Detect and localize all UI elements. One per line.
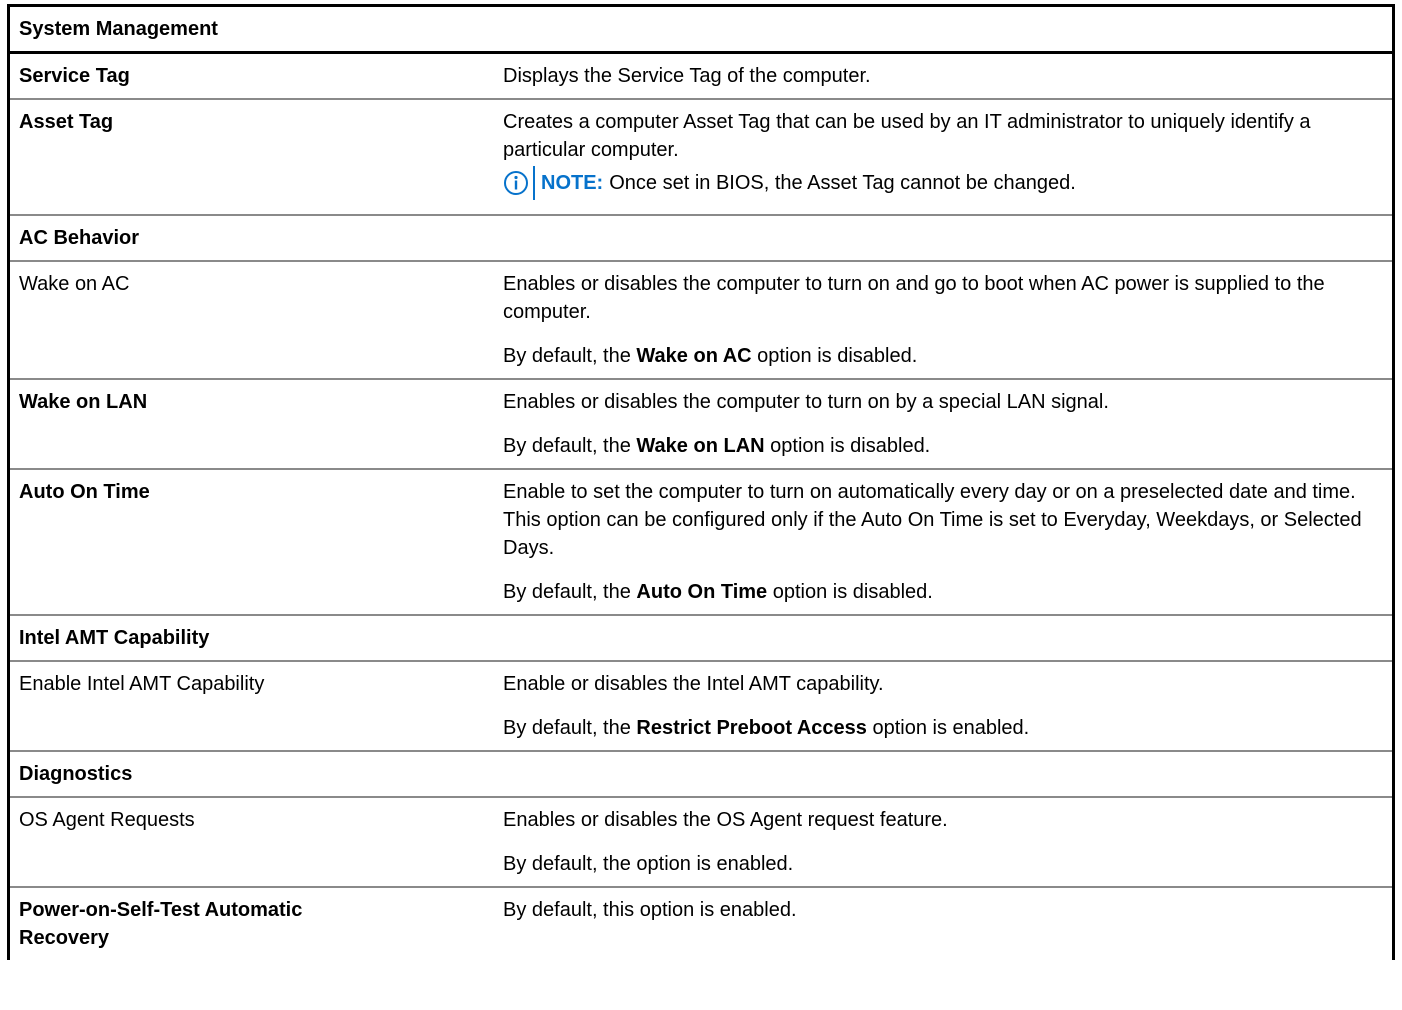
section-title-ac-behavior: AC Behavior bbox=[19, 227, 140, 249]
option-desc-wake-on-ac: Enables or disables the computer to turn… bbox=[490, 262, 1392, 378]
description-text: Displays the Service Tag of the computer… bbox=[503, 65, 871, 87]
section-row-ac-behavior: AC Behavior bbox=[10, 216, 1392, 262]
table-row-asset-tag: Asset Tag Creates a computer Asset Tag t… bbox=[10, 100, 1392, 216]
description-text: Enables or disables the computer to turn… bbox=[503, 273, 1325, 323]
option-label-os-agent-requests: OS Agent Requests bbox=[19, 809, 195, 831]
table-row-service-tag: Service Tag Displays the Service Tag of … bbox=[10, 54, 1392, 100]
description-text: Enables or disables the computer to turn… bbox=[503, 391, 1109, 413]
table-title: System Management bbox=[19, 18, 218, 40]
default-text: By default, the option is enabled. bbox=[503, 853, 794, 875]
option-label-post-automatic-recovery: Power-on-Self-Test Automatic Recovery bbox=[19, 899, 303, 949]
section-title-intel-amt: Intel AMT Capability bbox=[19, 627, 210, 649]
table-row-post-automatic-recovery: Power-on-Self-Test Automatic Recovery By… bbox=[10, 888, 1392, 960]
option-label-auto-on-time: Auto On Time bbox=[19, 481, 150, 503]
default-option-name: Wake on LAN bbox=[636, 435, 765, 457]
option-label-service-tag: Service Tag bbox=[19, 65, 130, 87]
section-row-intel-amt: Intel AMT Capability bbox=[10, 616, 1392, 662]
default-option-name: Restrict Preboot Access bbox=[636, 717, 867, 739]
default-option-name: Wake on AC bbox=[636, 345, 752, 367]
option-desc-service-tag: Displays the Service Tag of the computer… bbox=[490, 54, 1392, 98]
section-row-diagnostics: Diagnostics bbox=[10, 752, 1392, 798]
option-label-wake-on-ac: Wake on AC bbox=[19, 273, 130, 295]
note-callout: NOTE: Once set in BIOS, the Asset Tag ca… bbox=[503, 166, 1386, 200]
default-text: By default, the Auto On Time option is d… bbox=[503, 581, 933, 603]
table-row-wake-on-ac: Wake on AC Enables or disables the compu… bbox=[10, 262, 1392, 380]
option-desc-post-automatic-recovery: By default, this option is enabled. bbox=[490, 888, 1392, 960]
option-label-enable-intel-amt: Enable Intel AMT Capability bbox=[19, 673, 265, 695]
table-header-row: System Management bbox=[10, 7, 1392, 54]
option-desc-asset-tag: Creates a computer Asset Tag that can be… bbox=[490, 100, 1392, 214]
option-desc-enable-intel-amt: Enable or disables the Intel AMT capabil… bbox=[490, 662, 1392, 750]
option-desc-auto-on-time: Enable to set the computer to turn on au… bbox=[490, 470, 1392, 614]
option-desc-os-agent-requests: Enables or disables the OS Agent request… bbox=[490, 798, 1392, 886]
default-option-name: Auto On Time bbox=[636, 581, 768, 603]
option-desc-wake-on-lan: Enables or disables the computer to turn… bbox=[490, 380, 1392, 468]
description-text: By default, this option is enabled. bbox=[503, 899, 797, 921]
table-row-auto-on-time: Auto On Time Enable to set the computer … bbox=[10, 470, 1392, 616]
description-text: Enable or disables the Intel AMT capabil… bbox=[503, 673, 884, 695]
description-text: Enables or disables the OS Agent request… bbox=[503, 809, 948, 831]
default-text: By default, the Wake on LAN option is di… bbox=[503, 435, 931, 457]
note-text: Once set in BIOS, the Asset Tag cannot b… bbox=[609, 172, 1076, 194]
description-text: Creates a computer Asset Tag that can be… bbox=[503, 111, 1311, 161]
option-label-wake-on-lan: Wake on LAN bbox=[19, 391, 148, 413]
note-divider bbox=[533, 166, 535, 200]
section-title-diagnostics: Diagnostics bbox=[19, 763, 133, 785]
info-circle-icon bbox=[503, 170, 529, 196]
default-text: By default, the Wake on AC option is dis… bbox=[503, 345, 918, 367]
table-row-wake-on-lan: Wake on LAN Enables or disables the comp… bbox=[10, 380, 1392, 470]
table-row-os-agent-requests: OS Agent Requests Enables or disables th… bbox=[10, 798, 1392, 888]
default-text: By default, the Restrict Preboot Access … bbox=[503, 717, 1030, 739]
table-row-enable-intel-amt: Enable Intel AMT Capability Enable or di… bbox=[10, 662, 1392, 752]
note-label: NOTE: bbox=[541, 172, 604, 194]
description-text: Enable to set the computer to turn on au… bbox=[503, 481, 1362, 559]
system-management-table: System Management Service Tag Displays t… bbox=[7, 4, 1395, 960]
option-label-asset-tag: Asset Tag bbox=[19, 111, 114, 133]
